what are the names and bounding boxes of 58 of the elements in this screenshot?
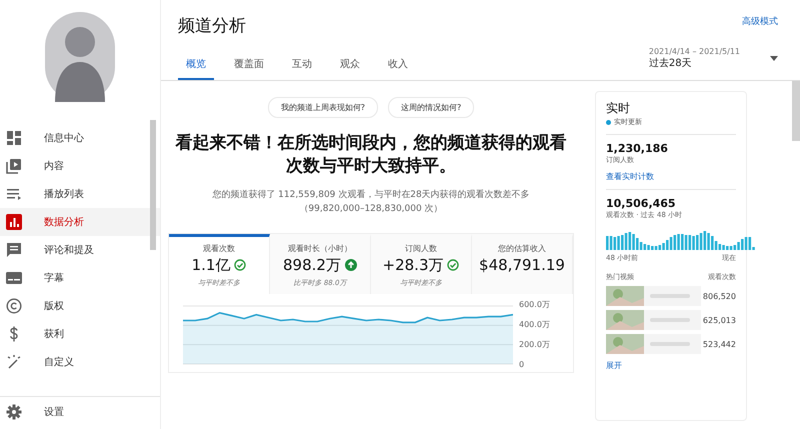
summary-text: 您的频道获得了 112,559,809 次观看，与平时在28天内获得的观看次数差不多（99,820,000–128,830,000 次） [211,188,531,216]
page-title: 频道分析 [178,15,246,37]
metric-value: $48,791.19 [479,256,565,274]
sidebar-item[interactable]: 数据分析 [0,208,160,236]
headline: 看起来不错！在所选时间段内，您的频道获得的观看次数与平时大致持平。 [174,132,568,178]
check-circle-icon [234,259,246,272]
sidebar-item[interactable]: 评论和提及 [0,236,160,264]
settings-icon [6,404,22,420]
playlist-icon [6,186,22,202]
sidebar-item[interactable]: 版权 [0,292,160,320]
metric-label: 观看时长（小时） [288,242,352,254]
question-chip[interactable]: 这周的情况如何? [388,97,474,118]
view-count-cell: 625,013 [702,316,736,324]
metric-label: 观看次数 [203,242,235,254]
question-chip[interactable]: 我的频道上周表现如何? [268,97,378,118]
wand-icon [6,354,22,370]
video-icon [6,158,22,174]
sidebar-item[interactable]: 自定义 [0,348,160,376]
sidebar-item[interactable]: 获利 [0,320,160,348]
metric-label: 您的估算收入 [498,242,546,254]
settings-item[interactable]: 设置 [0,396,160,427]
tab[interactable]: 互动 [284,53,320,80]
tab[interactable]: 观众 [332,53,368,80]
subtitle-icon [6,270,22,286]
axis-label: 400.0万 [519,320,550,330]
chart-icon [6,214,22,230]
view-count: 10,506,465 [606,197,677,210]
caret-icon [770,56,778,61]
check-circle-icon [447,259,460,272]
tab[interactable]: 收入 [380,53,416,80]
comment-icon [6,242,22,258]
scrollbar[interactable] [150,120,156,250]
axis-label: 600.0万 [519,300,550,310]
sidebar-item[interactable]: 内容 [0,152,160,180]
metric-label: 订阅人数 [405,242,437,254]
subscriber-count: 1,230,186 [606,142,669,155]
arrow-up-icon [344,259,357,272]
copyright-icon [6,298,22,314]
axis-label: 200.0万 [519,340,550,350]
sidebar-item[interactable]: 字幕 [0,264,160,292]
date-range-dropdown[interactable]: 2021/4/14 – 2021/5/11 过去28天 [648,47,778,80]
metric-value: +28.3万 [382,256,444,275]
view-count-cell: 806,520 [702,292,736,300]
sidebar-item[interactable]: 信息中心 [0,124,160,152]
tab[interactable]: 覆盖面 [226,53,272,80]
status-dot-icon [606,120,611,124]
scrollbar[interactable] [792,81,800,141]
advanced-mode-link[interactable]: 高级模式 [742,15,778,28]
realtime-title: 实时 [606,100,631,117]
dashboard-icon [6,130,22,146]
expand-link[interactable]: 展开 [606,360,736,371]
metric-tab[interactable]: 您的估算收入 $48,791.19 [472,234,573,294]
view-count-cell: 523,442 [702,340,736,348]
axis-label: 0 [519,360,526,370]
metric-value: 898.2万 [283,256,341,275]
realtime-count-link[interactable]: 查看实时计数 [606,171,736,182]
sidebar-item[interactable]: 播放列表 [0,180,160,208]
metric-value: 1.1亿 [192,256,230,275]
